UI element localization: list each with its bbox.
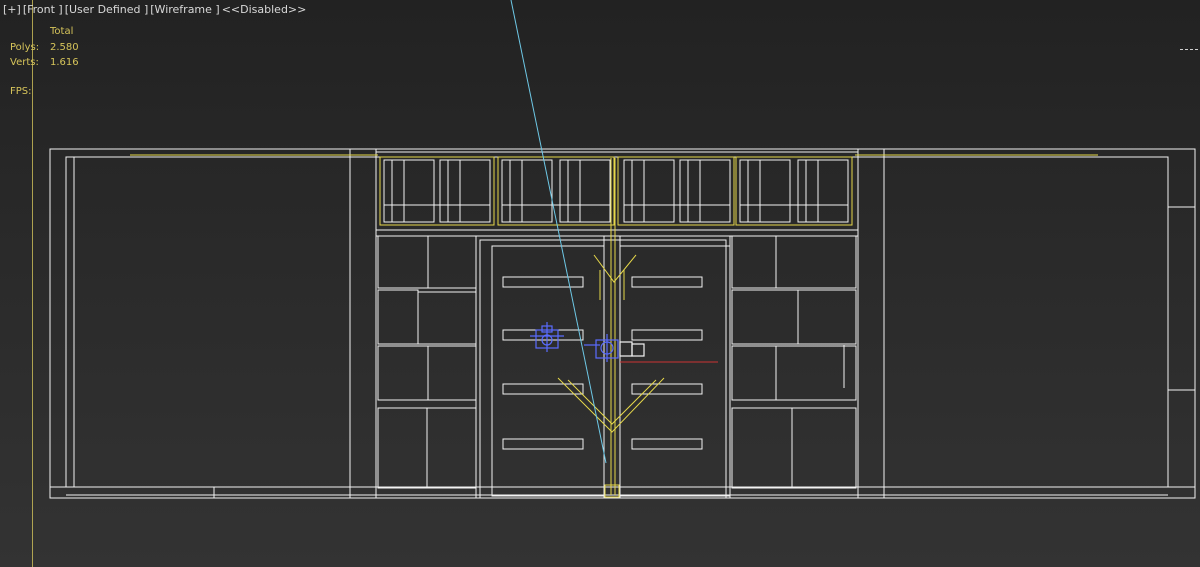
selected-transom-frame bbox=[497, 156, 615, 226]
left-cabinet bbox=[375, 235, 477, 499]
viewport-front[interactable]: [+] [Front ] [User Defined ] [Wireframe … bbox=[0, 0, 1200, 567]
right-cabinet-box bbox=[797, 289, 857, 345]
wireframe-scene[interactable] bbox=[0, 0, 1200, 567]
left-cabinet-box bbox=[417, 291, 477, 345]
right-cabinet-box bbox=[731, 289, 799, 345]
door-handle-right bbox=[631, 276, 703, 288]
door-frame bbox=[475, 235, 731, 499]
door-handle-left bbox=[502, 438, 584, 450]
wall-outline bbox=[49, 148, 1196, 499]
door-handle-right bbox=[631, 383, 703, 395]
left-cabinet-box bbox=[377, 345, 429, 401]
door-mullion bbox=[603, 235, 621, 499]
selected-transom-frame bbox=[735, 156, 853, 226]
camera-gizmo-icon[interactable] bbox=[530, 322, 564, 352]
wall-inner-outline bbox=[65, 156, 1169, 488]
right-cabinet bbox=[729, 235, 859, 499]
door-handle-left bbox=[502, 383, 584, 395]
left-cabinet-box bbox=[427, 345, 477, 401]
right-column bbox=[857, 148, 885, 499]
right-cabinet-door bbox=[731, 407, 857, 489]
selected-transom-frame bbox=[379, 156, 495, 226]
right-cabinet-box bbox=[731, 345, 777, 401]
door-frame-inner bbox=[479, 239, 727, 499]
door-handle-right bbox=[631, 329, 703, 341]
door-handle-left bbox=[502, 276, 584, 288]
left-cabinet-box bbox=[377, 289, 419, 345]
transom-windows bbox=[383, 159, 849, 223]
left-cabinet-box bbox=[377, 235, 429, 289]
door-leaf-right bbox=[619, 245, 731, 497]
left-cabinet-box bbox=[427, 235, 477, 289]
door-swing-bottom-inner bbox=[567, 379, 657, 425]
right-cabinet-box bbox=[731, 235, 777, 289]
left-column bbox=[349, 148, 377, 499]
right-cabinet-box bbox=[775, 235, 857, 289]
light-gizmo-icon[interactable] bbox=[584, 334, 645, 362]
door-handle-right bbox=[631, 438, 703, 450]
selected-transom-frame bbox=[617, 156, 735, 226]
